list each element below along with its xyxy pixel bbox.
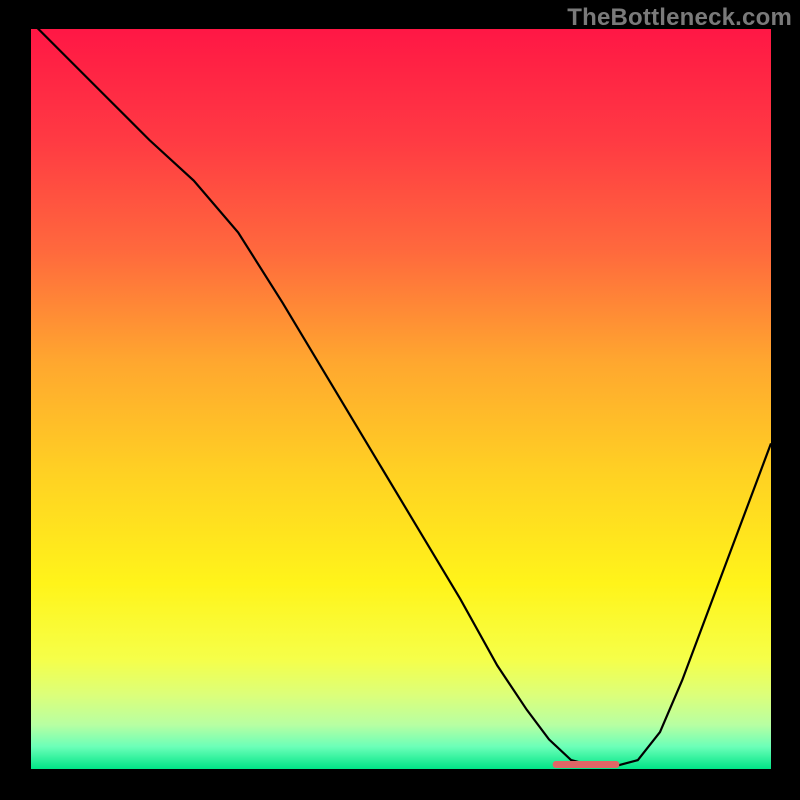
gradient-background xyxy=(31,29,771,769)
y-axis-line xyxy=(28,29,31,772)
chart-frame: TheBottleneck.com xyxy=(0,0,800,800)
plot-area xyxy=(31,29,771,769)
optimal-range-marker xyxy=(553,761,620,768)
x-axis-line xyxy=(28,769,772,772)
chart-svg xyxy=(31,29,771,769)
watermark-text: TheBottleneck.com xyxy=(567,4,792,32)
